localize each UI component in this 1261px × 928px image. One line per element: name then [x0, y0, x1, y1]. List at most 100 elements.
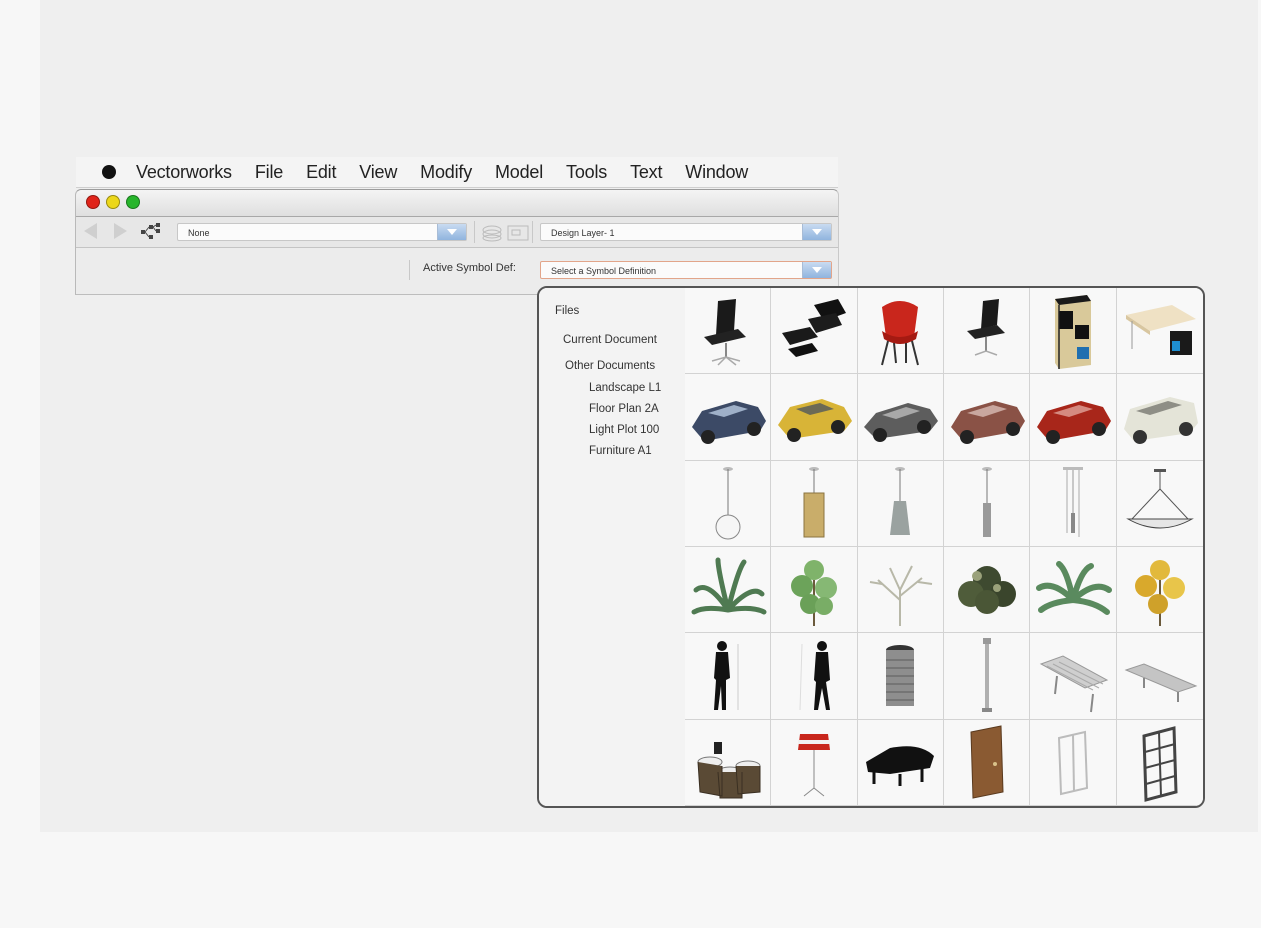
- symbol-tile[interactable]: [771, 719, 858, 806]
- toolbar-divider: [409, 260, 410, 280]
- symbol-tile[interactable]: [685, 719, 772, 806]
- symbol-tile[interactable]: [1116, 460, 1203, 547]
- menu-window[interactable]: Window: [685, 162, 748, 183]
- class-dropdown-value: None: [188, 228, 210, 238]
- symbol-tile[interactable]: [1116, 719, 1203, 806]
- car-icon: [864, 402, 939, 442]
- symbol-tile[interactable]: [1116, 288, 1203, 375]
- floor-lamp-icon: [797, 734, 830, 797]
- symbol-tile[interactable]: [771, 374, 858, 461]
- symbol-tile[interactable]: [685, 460, 772, 547]
- toolbar-divider: [474, 221, 475, 243]
- forward-arrow-icon[interactable]: [114, 223, 127, 239]
- symbol-tile[interactable]: [1030, 633, 1117, 720]
- pendant-lamp-icon: [981, 467, 992, 538]
- pendant-lamp-icon: [1125, 469, 1194, 529]
- menu-modify[interactable]: Modify: [420, 162, 472, 183]
- symbol-tile[interactable]: [685, 374, 772, 461]
- symbol-tile[interactable]: [1030, 374, 1117, 461]
- grand-piano-icon: [866, 746, 935, 787]
- menu-view[interactable]: View: [359, 162, 397, 183]
- symbol-tile[interactable]: [944, 633, 1031, 720]
- symbol-tile[interactable]: [857, 547, 944, 634]
- symbol-tile[interactable]: [944, 374, 1031, 461]
- document-item-floor-plan[interactable]: Floor Plan 2A: [589, 403, 659, 415]
- person-icon: [799, 640, 830, 710]
- files-title: Files: [555, 305, 580, 317]
- symbol-definition-select[interactable]: Select a Symbol Definition: [540, 261, 832, 279]
- symbol-tile[interactable]: [857, 633, 944, 720]
- current-document-item[interactable]: Current Document: [563, 334, 657, 346]
- symbol-tile[interactable]: [1116, 633, 1203, 720]
- car-icon: [691, 400, 766, 444]
- window-titlebar: [76, 190, 838, 217]
- bench-icon: [1039, 655, 1109, 713]
- menu-vectorworks[interactable]: Vectorworks: [136, 162, 232, 183]
- symbol-tile[interactable]: [944, 460, 1031, 547]
- symbol-tile[interactable]: [1116, 547, 1203, 634]
- symbol-tile[interactable]: [857, 288, 944, 375]
- symbol-tile[interactable]: [857, 719, 944, 806]
- symbol-tile[interactable]: [685, 633, 772, 720]
- symbol-tile[interactable]: [685, 288, 772, 375]
- symbol-tile[interactable]: [685, 547, 772, 634]
- layer-dropdown[interactable]: Design Layer- 1: [540, 223, 832, 241]
- symbol-tile[interactable]: [771, 547, 858, 634]
- symbol-tile[interactable]: [1030, 547, 1117, 634]
- view-bar: None Design Layer- 1: [76, 217, 838, 248]
- document-item-light-plot[interactable]: Light Plot 100: [589, 424, 659, 436]
- symbol-tile[interactable]: [771, 633, 858, 720]
- apple-logo-icon[interactable]: [102, 165, 116, 179]
- back-arrow-icon[interactable]: [84, 223, 97, 239]
- symbol-tile[interactable]: [1030, 719, 1117, 806]
- symbol-tile[interactable]: [857, 460, 944, 547]
- menu-file[interactable]: File: [255, 162, 283, 183]
- tree-icon: [1134, 559, 1185, 626]
- tree-icon: [790, 559, 837, 626]
- navigation-tree-icon[interactable]: [140, 223, 162, 241]
- symbol-tile[interactable]: [1030, 460, 1117, 547]
- shrub-icon: [957, 565, 1016, 614]
- cafe-table-icon: [697, 742, 761, 799]
- task-chair-icon: [966, 298, 1005, 356]
- symbol-tile[interactable]: [857, 374, 944, 461]
- car-icon: [777, 398, 852, 442]
- lounge-chair-icon: [781, 298, 846, 357]
- bookshelf-icon: [1054, 294, 1091, 369]
- close-window-button[interactable]: [86, 195, 100, 209]
- menu-tools[interactable]: Tools: [566, 162, 607, 183]
- other-documents-item[interactable]: Other Documents: [565, 360, 655, 372]
- pendant-lamp-icon: [890, 467, 911, 536]
- symbol-tile[interactable]: [944, 719, 1031, 806]
- window-icon: [1057, 731, 1089, 796]
- menu-bar: Vectorworks File Edit View Modify Model …: [76, 157, 838, 188]
- document-item-furniture[interactable]: Furniture A1: [589, 445, 652, 457]
- bench-icon: [1124, 663, 1198, 702]
- symbol-tile[interactable]: [1116, 374, 1203, 461]
- symbol-tile[interactable]: [1030, 288, 1117, 375]
- menu-edit[interactable]: Edit: [306, 162, 336, 183]
- minimize-window-button[interactable]: [106, 195, 120, 209]
- menu-text[interactable]: Text: [630, 162, 662, 183]
- pendant-lamp-icon: [1062, 467, 1083, 538]
- menu-model[interactable]: Model: [495, 162, 543, 183]
- chevron-down-icon: [802, 224, 831, 240]
- shell-chair-icon: [881, 300, 920, 365]
- symbol-tile[interactable]: [944, 547, 1031, 634]
- layer-options-icon[interactable]: [478, 224, 538, 242]
- layer-dropdown-value: Design Layer- 1: [551, 228, 615, 238]
- files-panel: Files Current Document Other Documents L…: [539, 288, 686, 806]
- pendant-lamp-icon: [803, 467, 825, 538]
- symbol-tile[interactable]: [771, 460, 858, 547]
- class-dropdown[interactable]: None: [177, 223, 467, 241]
- van-icon: [1123, 396, 1198, 444]
- desk-icon: [1125, 304, 1196, 355]
- zoom-window-button[interactable]: [126, 195, 140, 209]
- symbol-select-placeholder: Select a Symbol Definition: [551, 266, 657, 276]
- street-lamp-icon: [981, 637, 992, 712]
- symbol-tile[interactable]: [944, 288, 1031, 375]
- document-item-landscape[interactable]: Landscape L1: [589, 382, 661, 394]
- symbol-tile[interactable]: [771, 288, 858, 375]
- symbol-picker-popup: Files Current Document Other Documents L…: [537, 286, 1205, 808]
- chevron-down-icon: [802, 262, 831, 278]
